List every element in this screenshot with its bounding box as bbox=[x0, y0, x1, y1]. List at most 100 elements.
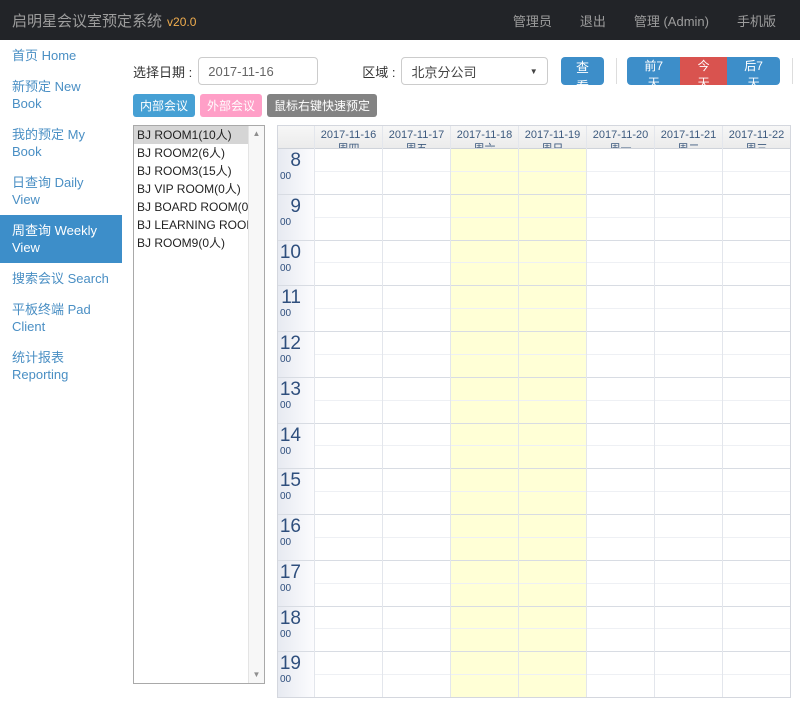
top-nav-mobile[interactable]: 手机版 bbox=[737, 11, 776, 30]
half-hour-slot[interactable] bbox=[451, 149, 518, 172]
half-hour-slot[interactable] bbox=[519, 309, 586, 331]
half-hour-slot[interactable] bbox=[655, 652, 722, 675]
half-hour-slot[interactable] bbox=[723, 309, 790, 331]
room-list[interactable]: BJ ROOM1(10人)BJ ROOM2(6人)BJ ROOM3(15人)BJ… bbox=[133, 125, 265, 684]
half-hour-slot[interactable] bbox=[315, 172, 382, 194]
half-hour-slot[interactable] bbox=[383, 241, 450, 264]
half-hour-slot[interactable] bbox=[655, 401, 722, 423]
sidebar-item-pad-client[interactable]: 平板终端 Pad Client bbox=[0, 294, 122, 342]
sidebar-item-my-book[interactable]: 我的预定 My Book bbox=[0, 119, 122, 167]
half-hour-slot[interactable] bbox=[587, 401, 654, 423]
half-hour-slot[interactable] bbox=[723, 286, 790, 309]
half-hour-slot[interactable] bbox=[655, 675, 722, 697]
half-hour-slot[interactable] bbox=[723, 172, 790, 194]
half-hour-slot[interactable] bbox=[655, 629, 722, 651]
half-hour-slot[interactable] bbox=[383, 584, 450, 606]
half-hour-slot[interactable] bbox=[655, 218, 722, 240]
half-hour-slot[interactable] bbox=[315, 355, 382, 377]
half-hour-slot[interactable] bbox=[451, 607, 518, 630]
room-option[interactable]: BJ ROOM1(10人) bbox=[134, 126, 249, 144]
half-hour-slot[interactable] bbox=[655, 584, 722, 606]
half-hour-slot[interactable] bbox=[383, 263, 450, 285]
half-hour-slot[interactable] bbox=[723, 607, 790, 630]
half-hour-slot[interactable] bbox=[315, 195, 382, 218]
half-hour-slot[interactable] bbox=[655, 286, 722, 309]
half-hour-slot[interactable] bbox=[383, 652, 450, 675]
half-hour-slot[interactable] bbox=[587, 309, 654, 331]
half-hour-slot[interactable] bbox=[315, 629, 382, 651]
half-hour-slot[interactable] bbox=[587, 263, 654, 285]
half-hour-slot[interactable] bbox=[315, 538, 382, 560]
half-hour-slot[interactable] bbox=[655, 515, 722, 538]
half-hour-slot[interactable] bbox=[383, 424, 450, 447]
half-hour-slot[interactable] bbox=[519, 332, 586, 355]
half-hour-slot[interactable] bbox=[315, 378, 382, 401]
half-hour-slot[interactable] bbox=[451, 286, 518, 309]
half-hour-slot[interactable] bbox=[451, 584, 518, 606]
half-hour-slot[interactable] bbox=[315, 241, 382, 264]
half-hour-slot[interactable] bbox=[383, 195, 450, 218]
half-hour-slot[interactable] bbox=[587, 446, 654, 468]
half-hour-slot[interactable] bbox=[451, 538, 518, 560]
half-hour-slot[interactable] bbox=[723, 401, 790, 423]
half-hour-slot[interactable] bbox=[587, 332, 654, 355]
sidebar-item-search[interactable]: 搜索会议 Search bbox=[0, 263, 122, 294]
sidebar-item-home[interactable]: 首页 Home bbox=[0, 40, 122, 71]
half-hour-slot[interactable] bbox=[587, 492, 654, 514]
half-hour-slot[interactable] bbox=[723, 332, 790, 355]
half-hour-slot[interactable] bbox=[587, 378, 654, 401]
half-hour-slot[interactable] bbox=[587, 241, 654, 264]
top-nav-logout[interactable]: 退出 bbox=[580, 11, 606, 30]
half-hour-slot[interactable] bbox=[451, 652, 518, 675]
half-hour-slot[interactable] bbox=[383, 286, 450, 309]
room-option[interactable]: BJ ROOM2(6人) bbox=[134, 144, 249, 162]
half-hour-slot[interactable] bbox=[655, 378, 722, 401]
half-hour-slot[interactable] bbox=[315, 263, 382, 285]
half-hour-slot[interactable] bbox=[655, 309, 722, 331]
half-hour-slot[interactable] bbox=[723, 584, 790, 606]
half-hour-slot[interactable] bbox=[519, 538, 586, 560]
half-hour-slot[interactable] bbox=[451, 378, 518, 401]
top-nav-manage[interactable]: 管理 (Admin) bbox=[634, 11, 709, 30]
half-hour-slot[interactable] bbox=[655, 469, 722, 492]
room-option[interactable]: BJ BOARD ROOM(0人) bbox=[134, 198, 249, 216]
half-hour-slot[interactable] bbox=[315, 607, 382, 630]
half-hour-slot[interactable] bbox=[655, 172, 722, 194]
half-hour-slot[interactable] bbox=[723, 195, 790, 218]
half-hour-slot[interactable] bbox=[519, 355, 586, 377]
sidebar-item-daily-view[interactable]: 日查询 Daily View bbox=[0, 167, 122, 215]
half-hour-slot[interactable] bbox=[587, 584, 654, 606]
half-hour-slot[interactable] bbox=[587, 355, 654, 377]
half-hour-slot[interactable] bbox=[451, 401, 518, 423]
half-hour-slot[interactable] bbox=[723, 218, 790, 240]
half-hour-slot[interactable] bbox=[519, 515, 586, 538]
prev-7-days-button[interactable]: 前7天 bbox=[627, 57, 680, 85]
half-hour-slot[interactable] bbox=[519, 424, 586, 447]
half-hour-slot[interactable] bbox=[383, 446, 450, 468]
sidebar-item-reporting[interactable]: 统计报表 Reporting bbox=[0, 342, 122, 390]
half-hour-slot[interactable] bbox=[383, 607, 450, 630]
half-hour-slot[interactable] bbox=[723, 263, 790, 285]
half-hour-slot[interactable] bbox=[315, 652, 382, 675]
half-hour-slot[interactable] bbox=[519, 492, 586, 514]
half-hour-slot[interactable] bbox=[587, 469, 654, 492]
half-hour-slot[interactable] bbox=[519, 629, 586, 651]
scroll-down-icon[interactable]: ▼ bbox=[249, 668, 264, 682]
half-hour-slot[interactable] bbox=[383, 401, 450, 423]
half-hour-slot[interactable] bbox=[723, 515, 790, 538]
half-hour-slot[interactable] bbox=[723, 652, 790, 675]
room-option[interactable]: BJ VIP ROOM(0人) bbox=[134, 180, 249, 198]
half-hour-slot[interactable] bbox=[587, 538, 654, 560]
half-hour-slot[interactable] bbox=[519, 584, 586, 606]
half-hour-slot[interactable] bbox=[587, 652, 654, 675]
half-hour-slot[interactable] bbox=[587, 607, 654, 630]
half-hour-slot[interactable] bbox=[723, 561, 790, 584]
top-nav-admin-user[interactable]: 管理员 bbox=[513, 11, 552, 30]
half-hour-slot[interactable] bbox=[383, 218, 450, 240]
half-hour-slot[interactable] bbox=[383, 629, 450, 651]
half-hour-slot[interactable] bbox=[723, 538, 790, 560]
half-hour-slot[interactable] bbox=[519, 149, 586, 172]
half-hour-slot[interactable] bbox=[383, 492, 450, 514]
half-hour-slot[interactable] bbox=[519, 378, 586, 401]
half-hour-slot[interactable] bbox=[383, 538, 450, 560]
